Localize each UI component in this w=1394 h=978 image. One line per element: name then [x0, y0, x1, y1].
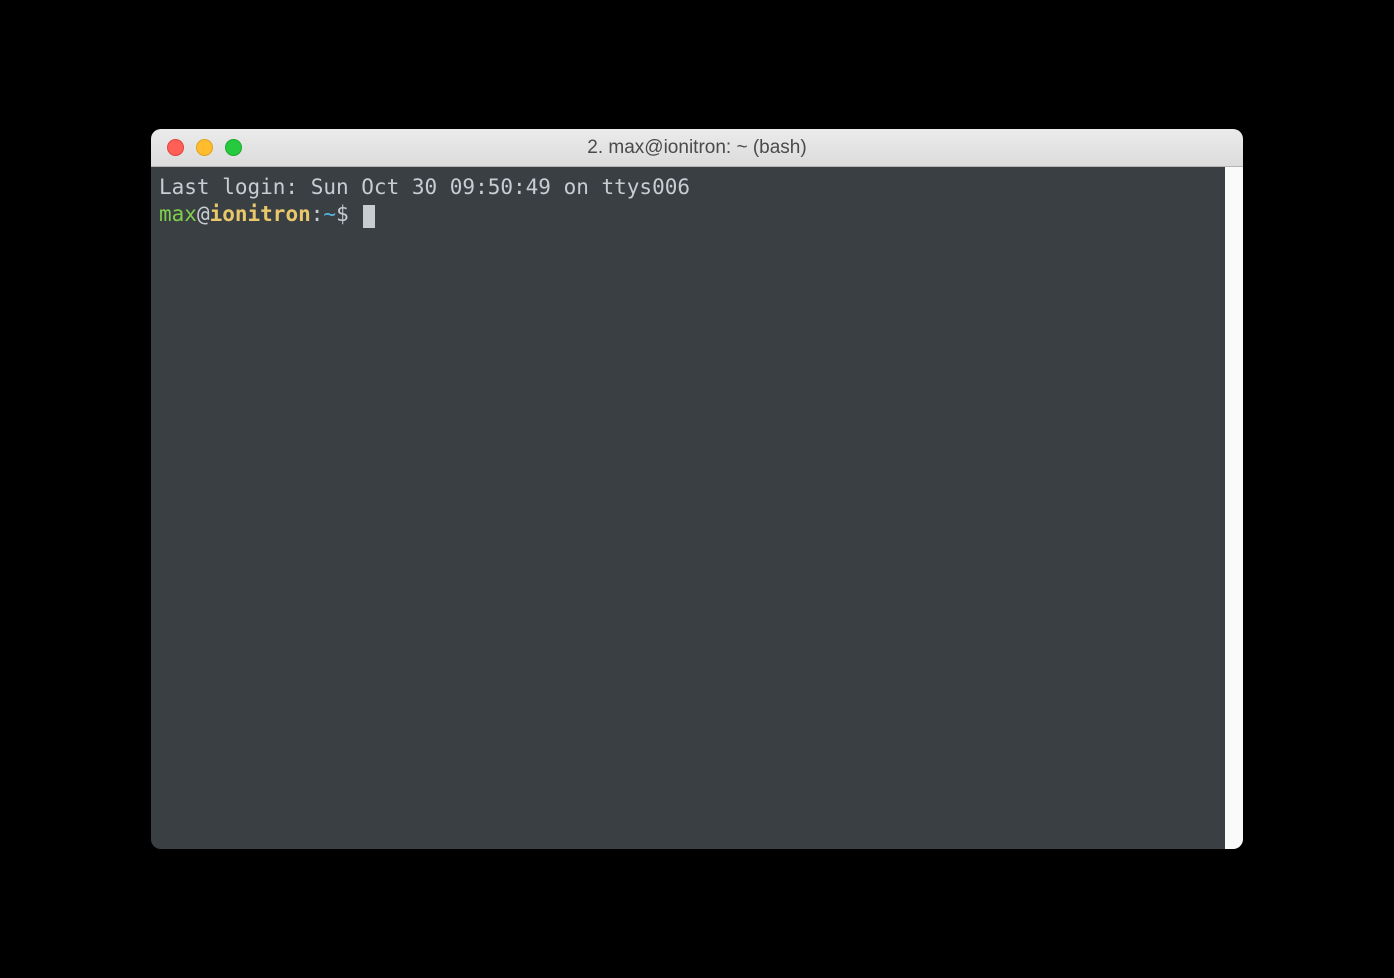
- terminal-window: 2. max@ionitron: ~ (bash) Last login: Su…: [151, 129, 1243, 849]
- prompt-colon: :: [311, 202, 324, 226]
- prompt-at: @: [197, 202, 210, 226]
- prompt-path: ~: [323, 202, 336, 226]
- traffic-lights: [151, 139, 242, 156]
- prompt-user: max: [159, 202, 197, 226]
- zoom-icon[interactable]: [225, 139, 242, 156]
- terminal-body[interactable]: Last login: Sun Oct 30 09:50:49 on ttys0…: [151, 167, 1225, 849]
- terminal-body-wrap: Last login: Sun Oct 30 09:50:49 on ttys0…: [151, 167, 1243, 849]
- minimize-icon[interactable]: [196, 139, 213, 156]
- prompt-host: ionitron: [210, 202, 311, 226]
- window-title: 2. max@ionitron: ~ (bash): [151, 137, 1243, 159]
- prompt-dollar: $: [336, 202, 361, 226]
- window-titlebar[interactable]: 2. max@ionitron: ~ (bash): [151, 129, 1243, 167]
- close-icon[interactable]: [167, 139, 184, 156]
- last-login-line: Last login: Sun Oct 30 09:50:49 on ttys0…: [159, 175, 690, 199]
- scrollbar-track[interactable]: [1225, 167, 1243, 849]
- cursor-icon: [363, 205, 375, 228]
